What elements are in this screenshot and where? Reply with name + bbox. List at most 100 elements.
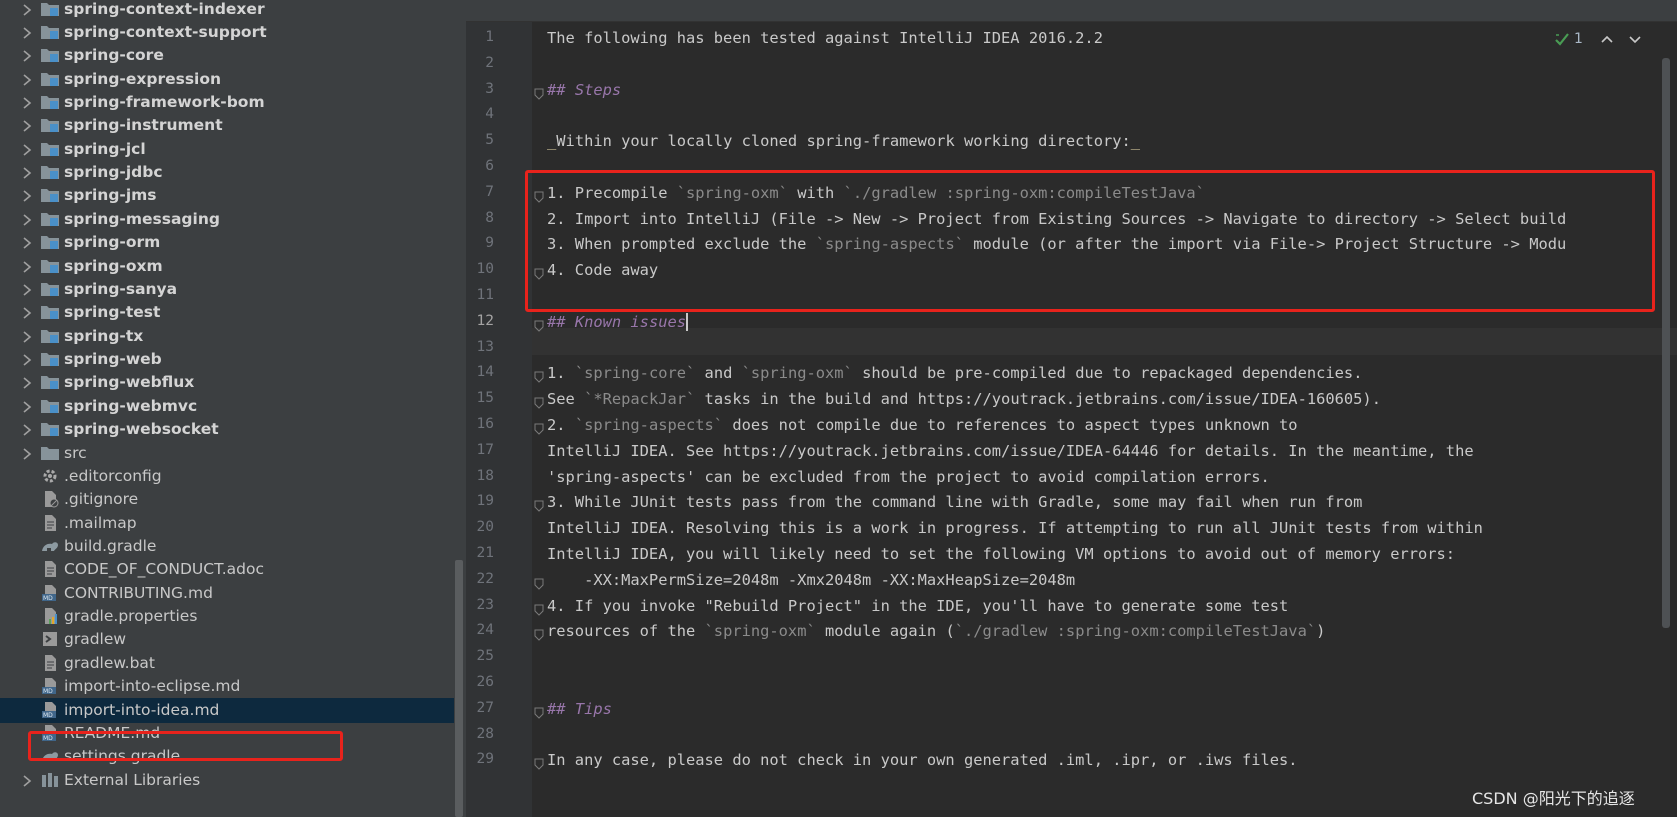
tree-item-build-gradle[interactable]: build.gradle [0, 534, 454, 559]
fold-marker-icon[interactable] [534, 755, 544, 771]
tree-item-spring-websocket[interactable]: spring-websocket [0, 417, 454, 442]
tree-item-external-libraries[interactable]: External Libraries [0, 768, 454, 793]
project-tree[interactable]: spring-context-indexer spring-context-sup… [0, 0, 466, 817]
code-line[interactable]: resources of the `spring-oxm` module aga… [547, 618, 1325, 645]
chevron-right-icon[interactable] [20, 305, 34, 319]
fold-marker-icon[interactable] [534, 317, 544, 332]
tree-item-spring-sanya[interactable]: spring-sanya [0, 277, 454, 302]
chevron-up-icon[interactable] [1599, 31, 1615, 47]
tree-item-contributing-md[interactable]: MD CONTRIBUTING.md [0, 581, 454, 606]
tree-item-gradlew[interactable]: gradlew [0, 627, 454, 652]
code-line[interactable]: ## Steps [547, 77, 621, 104]
chevron-right-icon[interactable] [20, 329, 34, 343]
chevron-right-icon[interactable] [20, 188, 34, 203]
code-line[interactable]: 3. While JUnit tests pass from the comma… [547, 489, 1362, 516]
tree-item-gradle-properties[interactable]: gradle.properties [0, 604, 454, 629]
tree-item-spring-webflux[interactable]: spring-webflux [0, 370, 454, 395]
inspection-widget[interactable]: 1 [1554, 31, 1643, 47]
code-line[interactable]: 2. `spring-aspects` does not compile due… [547, 412, 1298, 439]
fold-marker-icon[interactable] [534, 497, 544, 513]
tree-item-mailmap[interactable]: .mailmap [0, 511, 454, 536]
chevron-right-icon[interactable] [20, 212, 34, 226]
tree-item-spring-jdbc[interactable]: spring-jdbc [0, 160, 454, 185]
tree-item-spring-jms[interactable]: spring-jms [0, 183, 454, 208]
fold-marker-icon[interactable] [534, 188, 544, 203]
code-line[interactable]: 2. Import into IntelliJ (File -> New -> … [547, 206, 1566, 233]
chevron-right-icon[interactable] [20, 259, 34, 273]
tree-item-spring-web[interactable]: spring-web [0, 347, 454, 372]
code-line[interactable]: _Within your locally cloned spring-frame… [547, 128, 1140, 155]
chevron-right-icon[interactable] [20, 48, 34, 62]
code-line[interactable]: 1. `spring-core` and `spring-oxm` should… [547, 360, 1362, 387]
tree-item-spring-webmvc[interactable]: spring-webmvc [0, 394, 454, 419]
code-line[interactable]: ## Tips [547, 696, 612, 723]
svg-text:MD: MD [43, 688, 53, 695]
fold-marker-icon[interactable] [534, 626, 544, 642]
code-line[interactable]: In any case, please do not check in your… [547, 747, 1298, 774]
code-line[interactable]: See `*RepackJar` tasks in the build and … [547, 386, 1381, 413]
chevron-right-icon[interactable] [20, 375, 34, 390]
chevron-right-icon[interactable] [20, 282, 34, 296]
chevron-right-icon[interactable] [20, 95, 34, 109]
tree-item-spring-oxm[interactable]: spring-oxm [0, 254, 454, 279]
code-line[interactable]: IntelliJ IDEA, you will likely need to s… [547, 541, 1455, 568]
tree-item-readme-md[interactable]: MD README.md [0, 721, 454, 746]
md-icon: MD [40, 677, 60, 695]
code-line[interactable]: IntelliJ IDEA. See https://youtrack.jetb… [547, 438, 1474, 465]
code-line[interactable]: 3. When prompted exclude the `spring-asp… [547, 231, 1566, 258]
code-line[interactable]: 'spring-aspects' can be excluded from th… [547, 464, 1270, 491]
chevron-right-icon[interactable] [20, 118, 34, 132]
chevron-right-icon[interactable] [20, 446, 34, 460]
code-line[interactable]: IntelliJ IDEA. Resolving this is a work … [547, 515, 1483, 542]
chevron-right-icon[interactable] [20, 399, 34, 413]
tree-item-spring-expression[interactable]: spring-expression [0, 67, 454, 92]
tree-item-import-into-eclipse-md[interactable]: MD import-into-eclipse.md [0, 674, 454, 699]
chevron-right-icon[interactable] [20, 2, 34, 16]
chevron-down-icon[interactable] [1627, 31, 1643, 47]
fold-marker-icon[interactable] [534, 704, 544, 719]
tree-item-spring-context-indexer[interactable]: spring-context-indexer [0, 0, 454, 22]
fold-marker-icon[interactable] [534, 394, 544, 409]
editor-scrollbar[interactable] [1662, 58, 1670, 628]
fold-marker-icon[interactable] [534, 601, 544, 616]
tree-item-editorconfig[interactable]: .editorconfig [0, 464, 454, 489]
code-line[interactable]: The following has been tested against In… [547, 25, 1103, 52]
chevron-right-icon[interactable] [20, 25, 34, 39]
tree-item-settings-gradle[interactable]: settings.gradle [0, 744, 454, 769]
fold-marker-icon[interactable] [534, 420, 544, 435]
code-line[interactable]: ## Known issues [547, 309, 689, 336]
chevron-right-icon[interactable] [20, 142, 34, 156]
code-line[interactable]: 1. Precompile `spring-oxm` with `./gradl… [547, 180, 1205, 207]
chevron-right-icon[interactable] [20, 235, 34, 249]
line-number-gutter[interactable]: 1 2 3 4 5 6 7 8 9 10 11 12 13 14 15 16 17 18 19 20 21 22 23 24 2… [466, 22, 532, 817]
tree-item-spring-messaging[interactable]: spring-messaging [0, 207, 454, 232]
tree-item-label: CONTRIBUTING.md [64, 583, 213, 602]
tree-item-spring-orm[interactable]: spring-orm [0, 230, 454, 255]
tree-item-spring-framework-bom[interactable]: spring-framework-bom [0, 90, 454, 115]
markdown-editor[interactable]: 1 2 3 4 5 6 7 8 9 10 11 12 13 14 15 16 17 18 19 20 21 22 23 24 2… [466, 0, 1677, 817]
chevron-right-icon[interactable] [20, 352, 34, 366]
tree-item-code-of-conduct-adoc[interactable]: CODE_OF_CONDUCT.adoc [0, 557, 454, 582]
tree-scrollbar[interactable] [455, 560, 463, 817]
chevron-right-icon[interactable] [20, 773, 34, 787]
fold-marker-icon[interactable] [534, 575, 544, 590]
tree-item-spring-instrument[interactable]: spring-instrument [0, 113, 454, 138]
tree-item-gradlew-bat[interactable]: gradlew.bat [0, 651, 454, 676]
tree-item-spring-tx[interactable]: spring-tx [0, 324, 454, 349]
code-line[interactable]: 4. If you invoke "Rebuild Project" in th… [547, 593, 1288, 620]
fold-marker-icon[interactable] [534, 265, 544, 280]
chevron-right-icon[interactable] [20, 422, 34, 436]
fold-marker-icon[interactable] [534, 85, 544, 100]
code-line[interactable]: -XX:MaxPermSize=2048m -Xmx2048m -XX:MaxH… [547, 567, 1075, 594]
tree-item-spring-core[interactable]: spring-core [0, 43, 454, 68]
tree-item-spring-jcl[interactable]: spring-jcl [0, 137, 454, 162]
tree-item-import-into-idea-md[interactable]: MD import-into-idea.md [0, 697, 454, 723]
tree-item-src[interactable]: src [0, 441, 454, 466]
chevron-right-icon[interactable] [20, 72, 34, 86]
fold-marker-icon[interactable] [534, 368, 544, 384]
chevron-right-icon[interactable] [20, 165, 34, 179]
tree-item-spring-test[interactable]: spring-test [0, 300, 454, 325]
code-line[interactable]: 4. Code away [547, 257, 658, 284]
tree-item-gitignore[interactable]: .gitignore [0, 487, 454, 512]
tree-item-spring-context-support[interactable]: spring-context-support [0, 20, 454, 45]
